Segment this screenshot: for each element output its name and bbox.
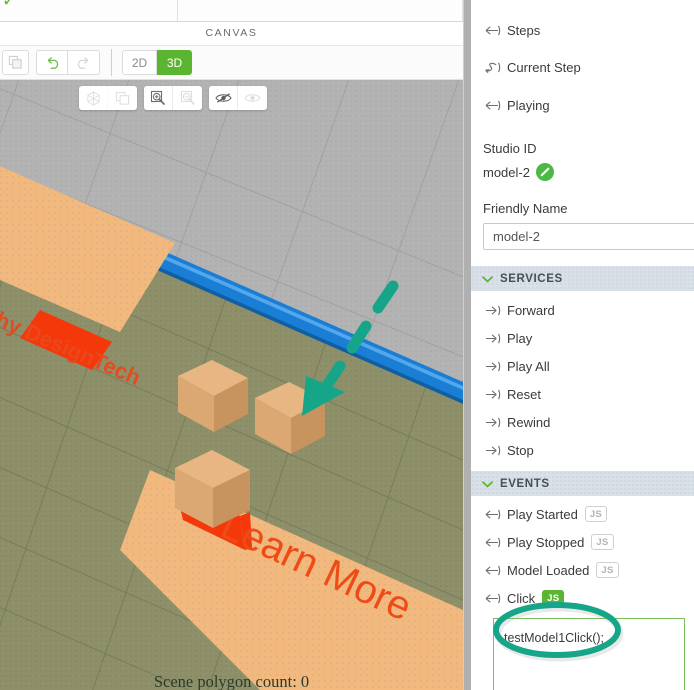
chevron-down-icon bbox=[482, 275, 493, 283]
studio-id-block: Studio ID model-2 bbox=[471, 138, 694, 181]
copy-button[interactable] bbox=[2, 50, 29, 75]
scene-polygon-count: Scene polygon count: 0 bbox=[0, 672, 463, 690]
scene-render: hy DesignTech Learn More bbox=[0, 80, 463, 690]
event-row-play-stopped[interactable]: Play Stopped JS bbox=[471, 528, 694, 556]
service-label: Stop bbox=[507, 443, 534, 458]
view-3d-button[interactable]: 3D bbox=[157, 50, 192, 75]
service-row-stop[interactable]: Stop bbox=[471, 436, 694, 464]
event-label: Play Stopped bbox=[507, 535, 584, 550]
event-label: Model Loaded bbox=[507, 563, 589, 578]
service-label: Reset bbox=[507, 387, 541, 402]
service-label: Play bbox=[507, 331, 532, 346]
panel-row-label: Steps bbox=[507, 23, 540, 38]
event-row-model-loaded[interactable]: Model Loaded JS bbox=[471, 556, 694, 584]
event-code-editor[interactable] bbox=[493, 618, 685, 690]
output-arrow-icon bbox=[483, 508, 507, 521]
input-arrow-icon bbox=[483, 416, 507, 429]
current-step-arrow-icon bbox=[483, 61, 507, 74]
output-arrow-icon bbox=[483, 592, 507, 605]
output-arrow-icon bbox=[483, 24, 507, 37]
redo-button[interactable] bbox=[68, 50, 100, 75]
eye-slash-icon[interactable] bbox=[209, 86, 238, 110]
canvas-header: CANVAS bbox=[0, 22, 463, 46]
tool-group-transform bbox=[79, 86, 137, 110]
section-header-events[interactable]: EVENTS bbox=[471, 471, 694, 496]
event-label: Click bbox=[507, 591, 535, 606]
panel-row-current-step[interactable]: Current Step bbox=[471, 48, 694, 86]
eye-icon[interactable] bbox=[238, 86, 267, 110]
js-badge[interactable]: JS bbox=[585, 506, 607, 522]
toolbar-divider bbox=[111, 49, 112, 76]
panel-row-playing[interactable]: Playing bbox=[471, 86, 694, 124]
friendly-name-block: Friendly Name bbox=[471, 198, 694, 250]
input-arrow-icon bbox=[483, 332, 507, 345]
input-arrow-icon bbox=[483, 304, 507, 317]
canvas-title: CANVAS bbox=[0, 27, 463, 39]
tool-group-visibility bbox=[209, 86, 267, 110]
js-badge[interactable]: JS bbox=[591, 534, 613, 550]
panel-row-label: Current Step bbox=[507, 60, 581, 75]
panel-row-label: Playing bbox=[507, 98, 550, 113]
output-arrow-icon bbox=[483, 99, 507, 112]
checkmark-icon: ✓ bbox=[2, 0, 16, 10]
panel-scroll-gutter[interactable] bbox=[464, 0, 471, 690]
top-toolbar-strip: ✓ bbox=[0, 0, 463, 22]
undo-icon bbox=[43, 56, 62, 70]
section-header-services[interactable]: SERVICES bbox=[471, 266, 694, 291]
studio-id-value: model-2 bbox=[483, 165, 530, 180]
panel-content: Steps Current Step bbox=[471, 0, 694, 690]
event-label: Play Started bbox=[507, 507, 578, 522]
service-label: Forward bbox=[507, 303, 555, 318]
bounding-box-icon[interactable] bbox=[79, 86, 108, 110]
tool-group-zoom bbox=[144, 86, 202, 110]
service-row-rewind[interactable]: Rewind bbox=[471, 408, 694, 436]
friendly-name-label: Friendly Name bbox=[483, 201, 682, 216]
section-title: SERVICES bbox=[500, 273, 563, 285]
output-arrow-icon bbox=[483, 564, 507, 577]
strip-divider bbox=[177, 0, 178, 21]
input-arrow-icon bbox=[483, 360, 507, 373]
event-row-click[interactable]: Click JS bbox=[471, 584, 694, 612]
output-arrow-icon bbox=[483, 536, 507, 549]
panel-row-steps[interactable]: Steps bbox=[471, 12, 694, 48]
input-arrow-icon bbox=[483, 444, 507, 457]
js-badge[interactable]: JS bbox=[542, 590, 564, 606]
chevron-down-icon bbox=[482, 480, 493, 488]
properties-panel: Steps Current Step bbox=[463, 0, 694, 690]
canvas-toolbar: 2D 3D bbox=[0, 46, 463, 80]
undo-button[interactable] bbox=[36, 50, 68, 75]
viewport-tools bbox=[79, 86, 274, 110]
friendly-name-input[interactable] bbox=[483, 223, 694, 250]
edit-pencil-icon[interactable] bbox=[536, 163, 554, 181]
studio-id-label: Studio ID bbox=[483, 141, 682, 156]
studio-id-value-row: model-2 bbox=[483, 163, 682, 181]
app-root: ✓ CANVAS 2D 3D bbox=[0, 0, 694, 690]
event-row-play-started[interactable]: Play Started JS bbox=[471, 500, 694, 528]
service-row-play[interactable]: Play bbox=[471, 324, 694, 352]
service-row-reset[interactable]: Reset bbox=[471, 380, 694, 408]
js-badge[interactable]: JS bbox=[596, 562, 618, 578]
zoom-out-icon[interactable] bbox=[173, 86, 202, 110]
section-title: EVENTS bbox=[500, 478, 550, 490]
3d-viewport[interactable]: hy DesignTech Learn More bbox=[0, 80, 463, 690]
duplicate-layers-icon[interactable] bbox=[108, 86, 137, 110]
service-row-play-all[interactable]: Play All bbox=[471, 352, 694, 380]
input-arrow-icon bbox=[483, 388, 507, 401]
copy-icon bbox=[8, 55, 23, 70]
redo-icon bbox=[74, 56, 93, 70]
view-2d-button[interactable]: 2D bbox=[122, 50, 157, 75]
service-label: Rewind bbox=[507, 415, 550, 430]
zoom-in-icon[interactable] bbox=[144, 86, 173, 110]
service-row-forward[interactable]: Forward bbox=[471, 296, 694, 324]
service-label: Play All bbox=[507, 359, 550, 374]
